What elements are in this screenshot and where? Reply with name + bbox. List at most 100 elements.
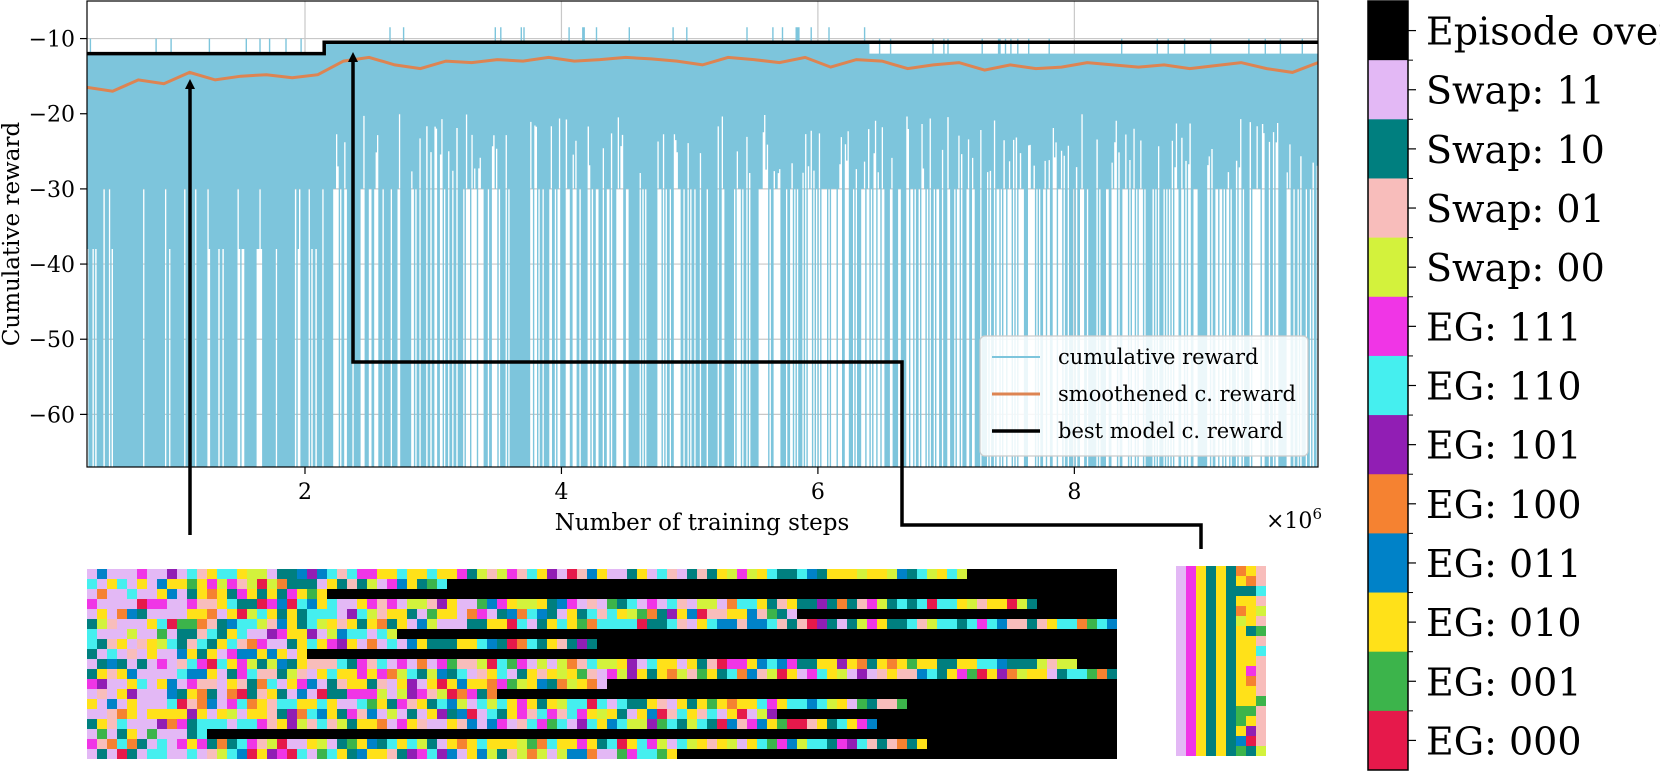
action-cell — [1226, 576, 1236, 586]
action-cell-group — [597, 639, 1117, 649]
action-cell — [1196, 666, 1206, 676]
action-cell-group — [447, 579, 1117, 589]
colorbar-swatch — [1368, 296, 1408, 357]
action-cell — [1216, 606, 1226, 616]
colorbar-swatch — [1368, 60, 1408, 120]
action-cell-group — [437, 679, 447, 689]
action-cell — [1206, 676, 1216, 686]
action-cell — [1196, 626, 1206, 636]
action-cell — [1246, 716, 1256, 726]
action-cell — [1186, 626, 1196, 636]
action-cell-group — [127, 589, 137, 599]
action-cell-group — [847, 739, 857, 749]
action-cell — [1256, 616, 1266, 626]
action-cell — [1176, 646, 1186, 656]
action-cell — [1196, 576, 1206, 586]
action-cell — [1206, 746, 1216, 756]
action-cell — [1236, 736, 1246, 746]
action-cell — [1216, 656, 1226, 666]
action-cell — [1226, 746, 1236, 756]
y-axis-ticks: −60 −50 −40 −30 −20 −10 — [29, 28, 87, 428]
action-cell — [1226, 626, 1236, 636]
y-tick-label: −60 — [29, 403, 75, 428]
action-cell — [1256, 716, 1266, 726]
action-cell — [1176, 576, 1186, 586]
action-cell — [1236, 706, 1246, 716]
colorbar-label: Swap: 10 — [1426, 128, 1605, 172]
action-cell — [1236, 666, 1246, 676]
action-cell — [1176, 636, 1186, 646]
action-cell — [1236, 606, 1246, 616]
action-cell — [1216, 626, 1226, 636]
action-cell — [1246, 616, 1256, 626]
action-cell-group — [397, 629, 1117, 639]
action-cell-group — [327, 589, 1117, 599]
action-cell — [1176, 746, 1186, 756]
y-axis-label: Cumulative reward — [0, 122, 25, 347]
action-cell — [1226, 586, 1236, 596]
action-cell — [1196, 606, 1206, 616]
action-cell-group — [477, 609, 487, 619]
y-tick-label: −50 — [29, 328, 75, 353]
action-cell-group — [197, 729, 207, 739]
action-cell — [1196, 646, 1206, 656]
action-cell — [1246, 626, 1256, 636]
colorbar-label: Swap: 01 — [1426, 187, 1605, 231]
action-cell — [1216, 566, 1226, 576]
action-cell — [1256, 676, 1266, 686]
action-cell-group — [567, 569, 577, 579]
colorbar-label: Episode over — [1426, 10, 1660, 54]
action-cell — [1186, 586, 1196, 596]
legend-label-smoothened: smoothened c. reward — [1058, 382, 1296, 406]
action-cell-group — [167, 589, 177, 599]
action-cell — [1236, 636, 1246, 646]
action-cell-group — [877, 719, 1117, 729]
action-colorbar: Episode over Swap: 11 Swap: 10 Swap: 01 Swap… — [1367, 0, 1660, 771]
action-cell — [1196, 656, 1206, 666]
action-cell — [1206, 636, 1216, 646]
colorbar-swatch — [1368, 119, 1408, 179]
colorbar-label: EG: 110 — [1426, 365, 1582, 409]
action-cell — [1226, 686, 1236, 696]
action-cell — [1206, 596, 1216, 606]
action-cell — [1226, 696, 1236, 706]
action-cell — [1206, 696, 1216, 706]
action-cell — [1256, 736, 1266, 746]
action-cell — [1186, 566, 1196, 576]
action-cell-group — [337, 629, 347, 639]
colorbar-swatch — [1368, 415, 1408, 475]
action-cell — [1226, 636, 1236, 646]
action-cell — [1226, 606, 1236, 616]
y-tick-label: −10 — [29, 28, 75, 53]
colorbar-swatch — [1368, 651, 1408, 712]
action-cell-group — [127, 729, 137, 739]
action-cell — [1246, 686, 1256, 696]
action-cell-group — [207, 729, 1117, 739]
action-cell — [1176, 676, 1186, 686]
action-cell — [1196, 676, 1206, 686]
action-cell — [1256, 606, 1266, 616]
action-cell-group — [307, 649, 1117, 659]
action-cell — [1206, 726, 1216, 736]
action-cell — [1256, 706, 1266, 716]
action-cell — [1186, 596, 1196, 606]
action-cell-group — [927, 739, 1117, 749]
action-cell — [1186, 716, 1196, 726]
action-cell — [1236, 716, 1246, 726]
action-cell — [1256, 726, 1266, 736]
x-tick-label: 8 — [1067, 480, 1081, 505]
action-cell-group — [967, 569, 1117, 579]
action-cell — [1176, 706, 1186, 716]
action-cell — [1186, 666, 1196, 676]
action-cell — [1226, 716, 1236, 726]
action-cell — [1176, 616, 1186, 626]
colorbar-label: EG: 111 — [1426, 305, 1582, 349]
chart-legend: cumulative reward smoothened c. reward b… — [979, 335, 1309, 457]
action-cell-group — [677, 749, 1117, 759]
action-cell-group — [1037, 599, 1117, 609]
action-cell-group — [257, 579, 267, 589]
action-cell — [1186, 616, 1196, 626]
action-cell — [1196, 706, 1206, 716]
action-cell — [1216, 696, 1226, 706]
action-cell — [1256, 566, 1266, 576]
